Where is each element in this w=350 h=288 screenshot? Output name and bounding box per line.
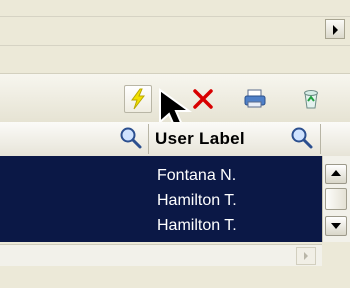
spacer-strip bbox=[0, 55, 350, 74]
column-divider bbox=[320, 124, 321, 154]
column-divider bbox=[148, 124, 149, 154]
search-icon[interactable] bbox=[118, 125, 144, 151]
search-icon[interactable] bbox=[289, 125, 315, 151]
right-arrow-icon bbox=[304, 252, 308, 260]
print-button[interactable] bbox=[242, 86, 270, 114]
right-arrow-icon bbox=[333, 25, 338, 35]
top-horizontal-scrollbar[interactable] bbox=[0, 16, 350, 46]
scroll-right-button-disabled[interactable] bbox=[296, 247, 316, 265]
bottom-horizontal-scrollbar[interactable] bbox=[0, 244, 322, 267]
printer-icon bbox=[244, 89, 266, 108]
list-item[interactable]: Fontana N. bbox=[157, 167, 236, 185]
lightning-icon bbox=[131, 88, 146, 110]
scroll-right-button[interactable] bbox=[325, 19, 345, 39]
column-header-user-label[interactable]: User Label bbox=[155, 129, 245, 149]
list-item[interactable]: Hamilton T. bbox=[157, 217, 237, 236]
recycle-button[interactable] bbox=[298, 86, 326, 114]
bottom-strip bbox=[0, 266, 350, 288]
scroll-down-button[interactable] bbox=[325, 216, 347, 236]
chevron-up-icon bbox=[331, 170, 341, 176]
list-item[interactable]: Hamilton T. bbox=[157, 192, 237, 210]
scroll-thumb[interactable] bbox=[325, 188, 347, 210]
scroll-up-button[interactable] bbox=[325, 164, 347, 184]
lightning-button[interactable] bbox=[124, 85, 152, 113]
chevron-down-icon bbox=[331, 223, 341, 229]
recycle-bin-icon bbox=[304, 90, 318, 109]
